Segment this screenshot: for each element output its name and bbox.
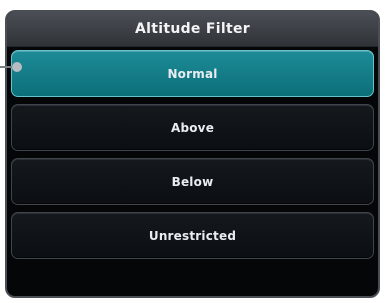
option-unrestricted-button[interactable]: Unrestricted [11,212,374,259]
option-above-button[interactable]: Above [11,104,374,151]
option-normal-label: Normal [167,66,218,81]
option-below-label: Below [171,174,214,189]
callout-dot-icon [12,62,22,72]
option-below-button[interactable]: Below [11,158,374,205]
option-above-label: Above [170,120,215,135]
altitude-filter-dialog: Altitude Filter Normal Above Below Unres… [5,10,380,298]
dialog-title: Altitude Filter [7,12,378,47]
option-normal-button[interactable]: Normal [11,50,374,97]
option-unrestricted-label: Unrestricted [148,228,237,243]
callout-pointer [0,61,22,73]
